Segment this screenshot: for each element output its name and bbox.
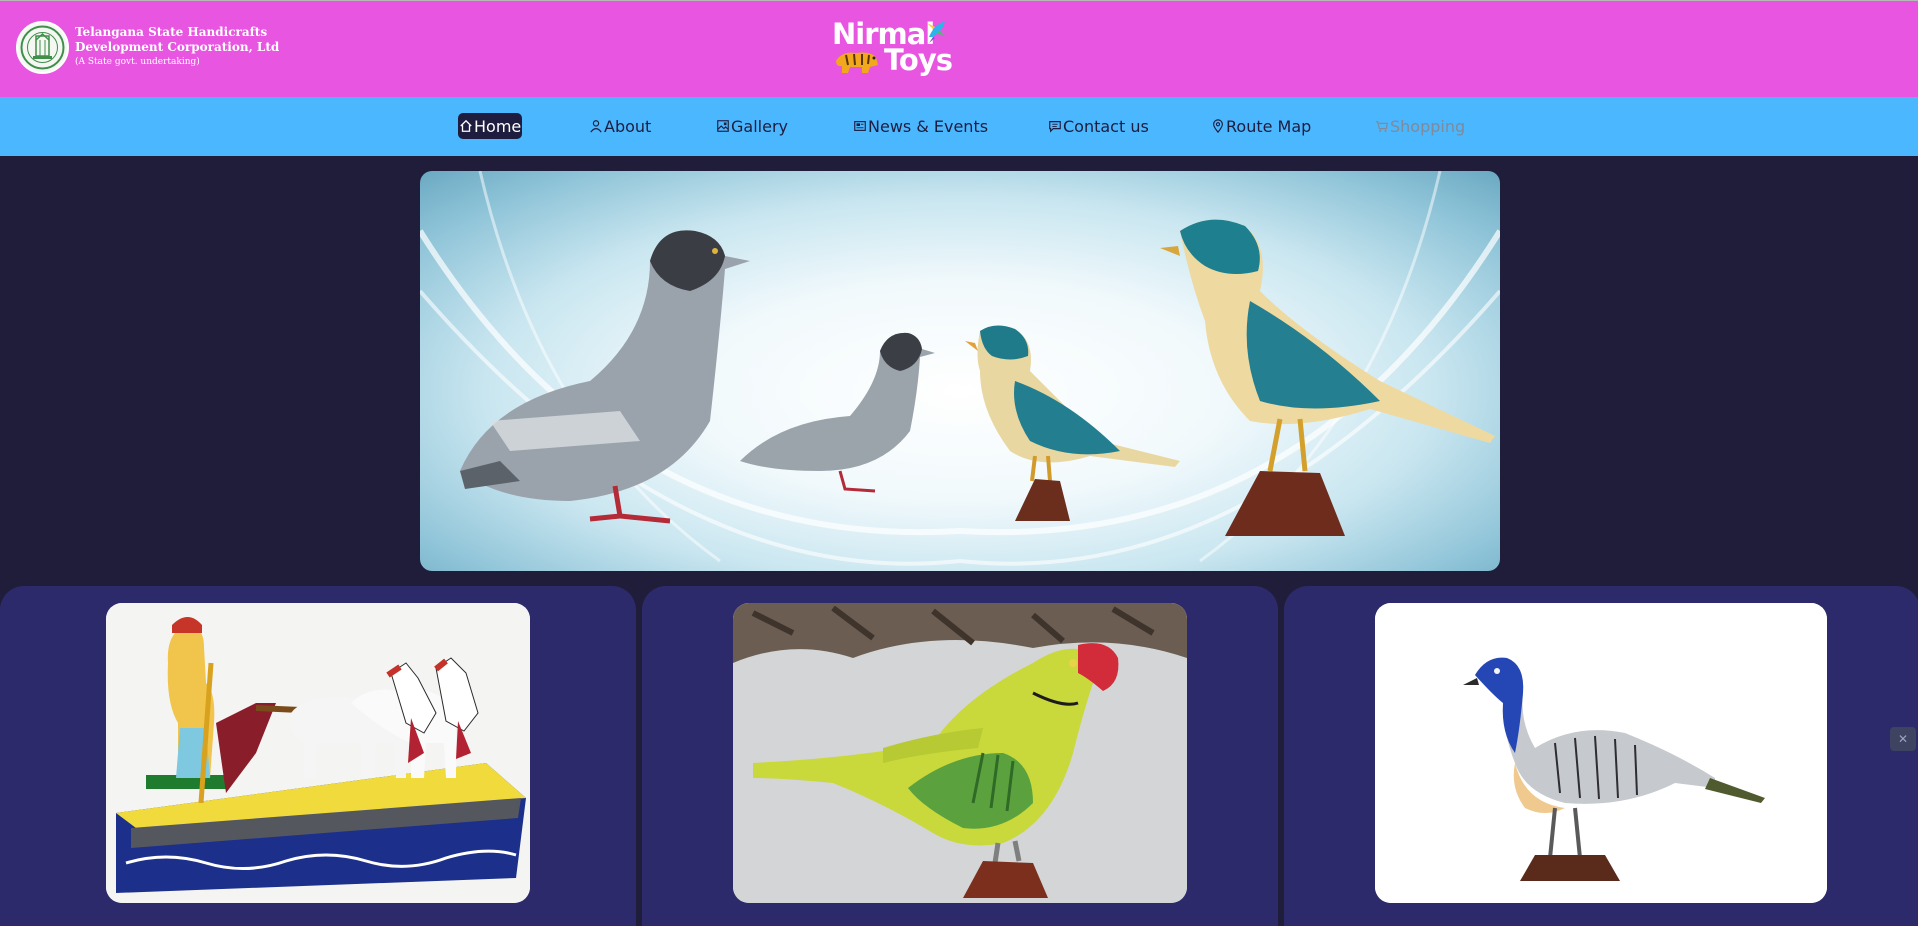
cart-icon (1375, 121, 1388, 132)
org-line-3: (A State govt. undertaking) (75, 57, 200, 67)
nav-gallery-label: Gallery (731, 116, 788, 136)
org-line-2: Development Corporation, Ltd (75, 40, 280, 54)
newspaper-icon (854, 121, 866, 131)
side-toggle-button[interactable]: ✕ (1890, 727, 1916, 751)
telangana-emblem-icon (16, 21, 69, 74)
hummingbird-icon (927, 21, 945, 43)
product-card-1[interactable] (0, 586, 636, 926)
message-icon (1049, 121, 1061, 133)
small-kingfisher (965, 325, 1180, 521)
nirmal-toys-logo[interactable]: Nirmal Toys (830, 17, 953, 79)
nav-home-label: Home (474, 116, 522, 136)
org-name: Telangana State Handicrafts Development … (75, 25, 279, 70)
product-image-2 (733, 603, 1187, 903)
nav-news-events-label: News & Events (868, 116, 989, 136)
map-pin-icon (1213, 119, 1223, 133)
user-icon (590, 120, 602, 133)
close-icon: ✕ (1897, 732, 1909, 746)
nav-contact-us-label: Contact us (1063, 116, 1149, 136)
parrot-toy-image (733, 603, 1187, 903)
product-image-3 (1375, 603, 1827, 903)
nav-contact-us[interactable]: Contact us (1048, 113, 1149, 139)
nav-shopping[interactable]: Shopping (1375, 113, 1465, 139)
nav-home[interactable]: Home (458, 113, 523, 139)
brand-word-2: Toys (884, 43, 953, 77)
nav-route-map-label: Route Map (1226, 116, 1312, 136)
product-image-1 (106, 603, 530, 903)
hero-birds-image (420, 171, 1500, 566)
nav-route-map[interactable]: Route Map (1211, 113, 1311, 139)
product-card-2[interactable] (642, 586, 1278, 926)
nav-news-events[interactable]: News & Events (853, 113, 988, 139)
nav-about[interactable]: About (589, 113, 651, 139)
org-branding[interactable]: Telangana State Handicrafts Development … (16, 21, 279, 74)
product-card-3[interactable] (1284, 586, 1918, 926)
org-line-1: Telangana State Handicrafts (75, 25, 268, 39)
nav-gallery[interactable]: Gallery (716, 113, 788, 139)
small-pigeon (740, 332, 935, 493)
main-nav: Home About Gallery News & Events Contact… (0, 97, 1918, 156)
nav-shopping-label: Shopping (1390, 116, 1466, 136)
hero-banner[interactable] (420, 171, 1500, 571)
plough-bullocks-toy-image (106, 603, 530, 903)
large-kingfisher (1160, 219, 1495, 536)
top-header: Telangana State Handicrafts Development … (0, 0, 1918, 97)
home-icon (460, 119, 472, 132)
peacock-bird-toy-image (1375, 603, 1827, 903)
gallery-icon (717, 120, 729, 132)
tiger-icon (836, 52, 878, 73)
nav-about-label: About (604, 116, 652, 136)
